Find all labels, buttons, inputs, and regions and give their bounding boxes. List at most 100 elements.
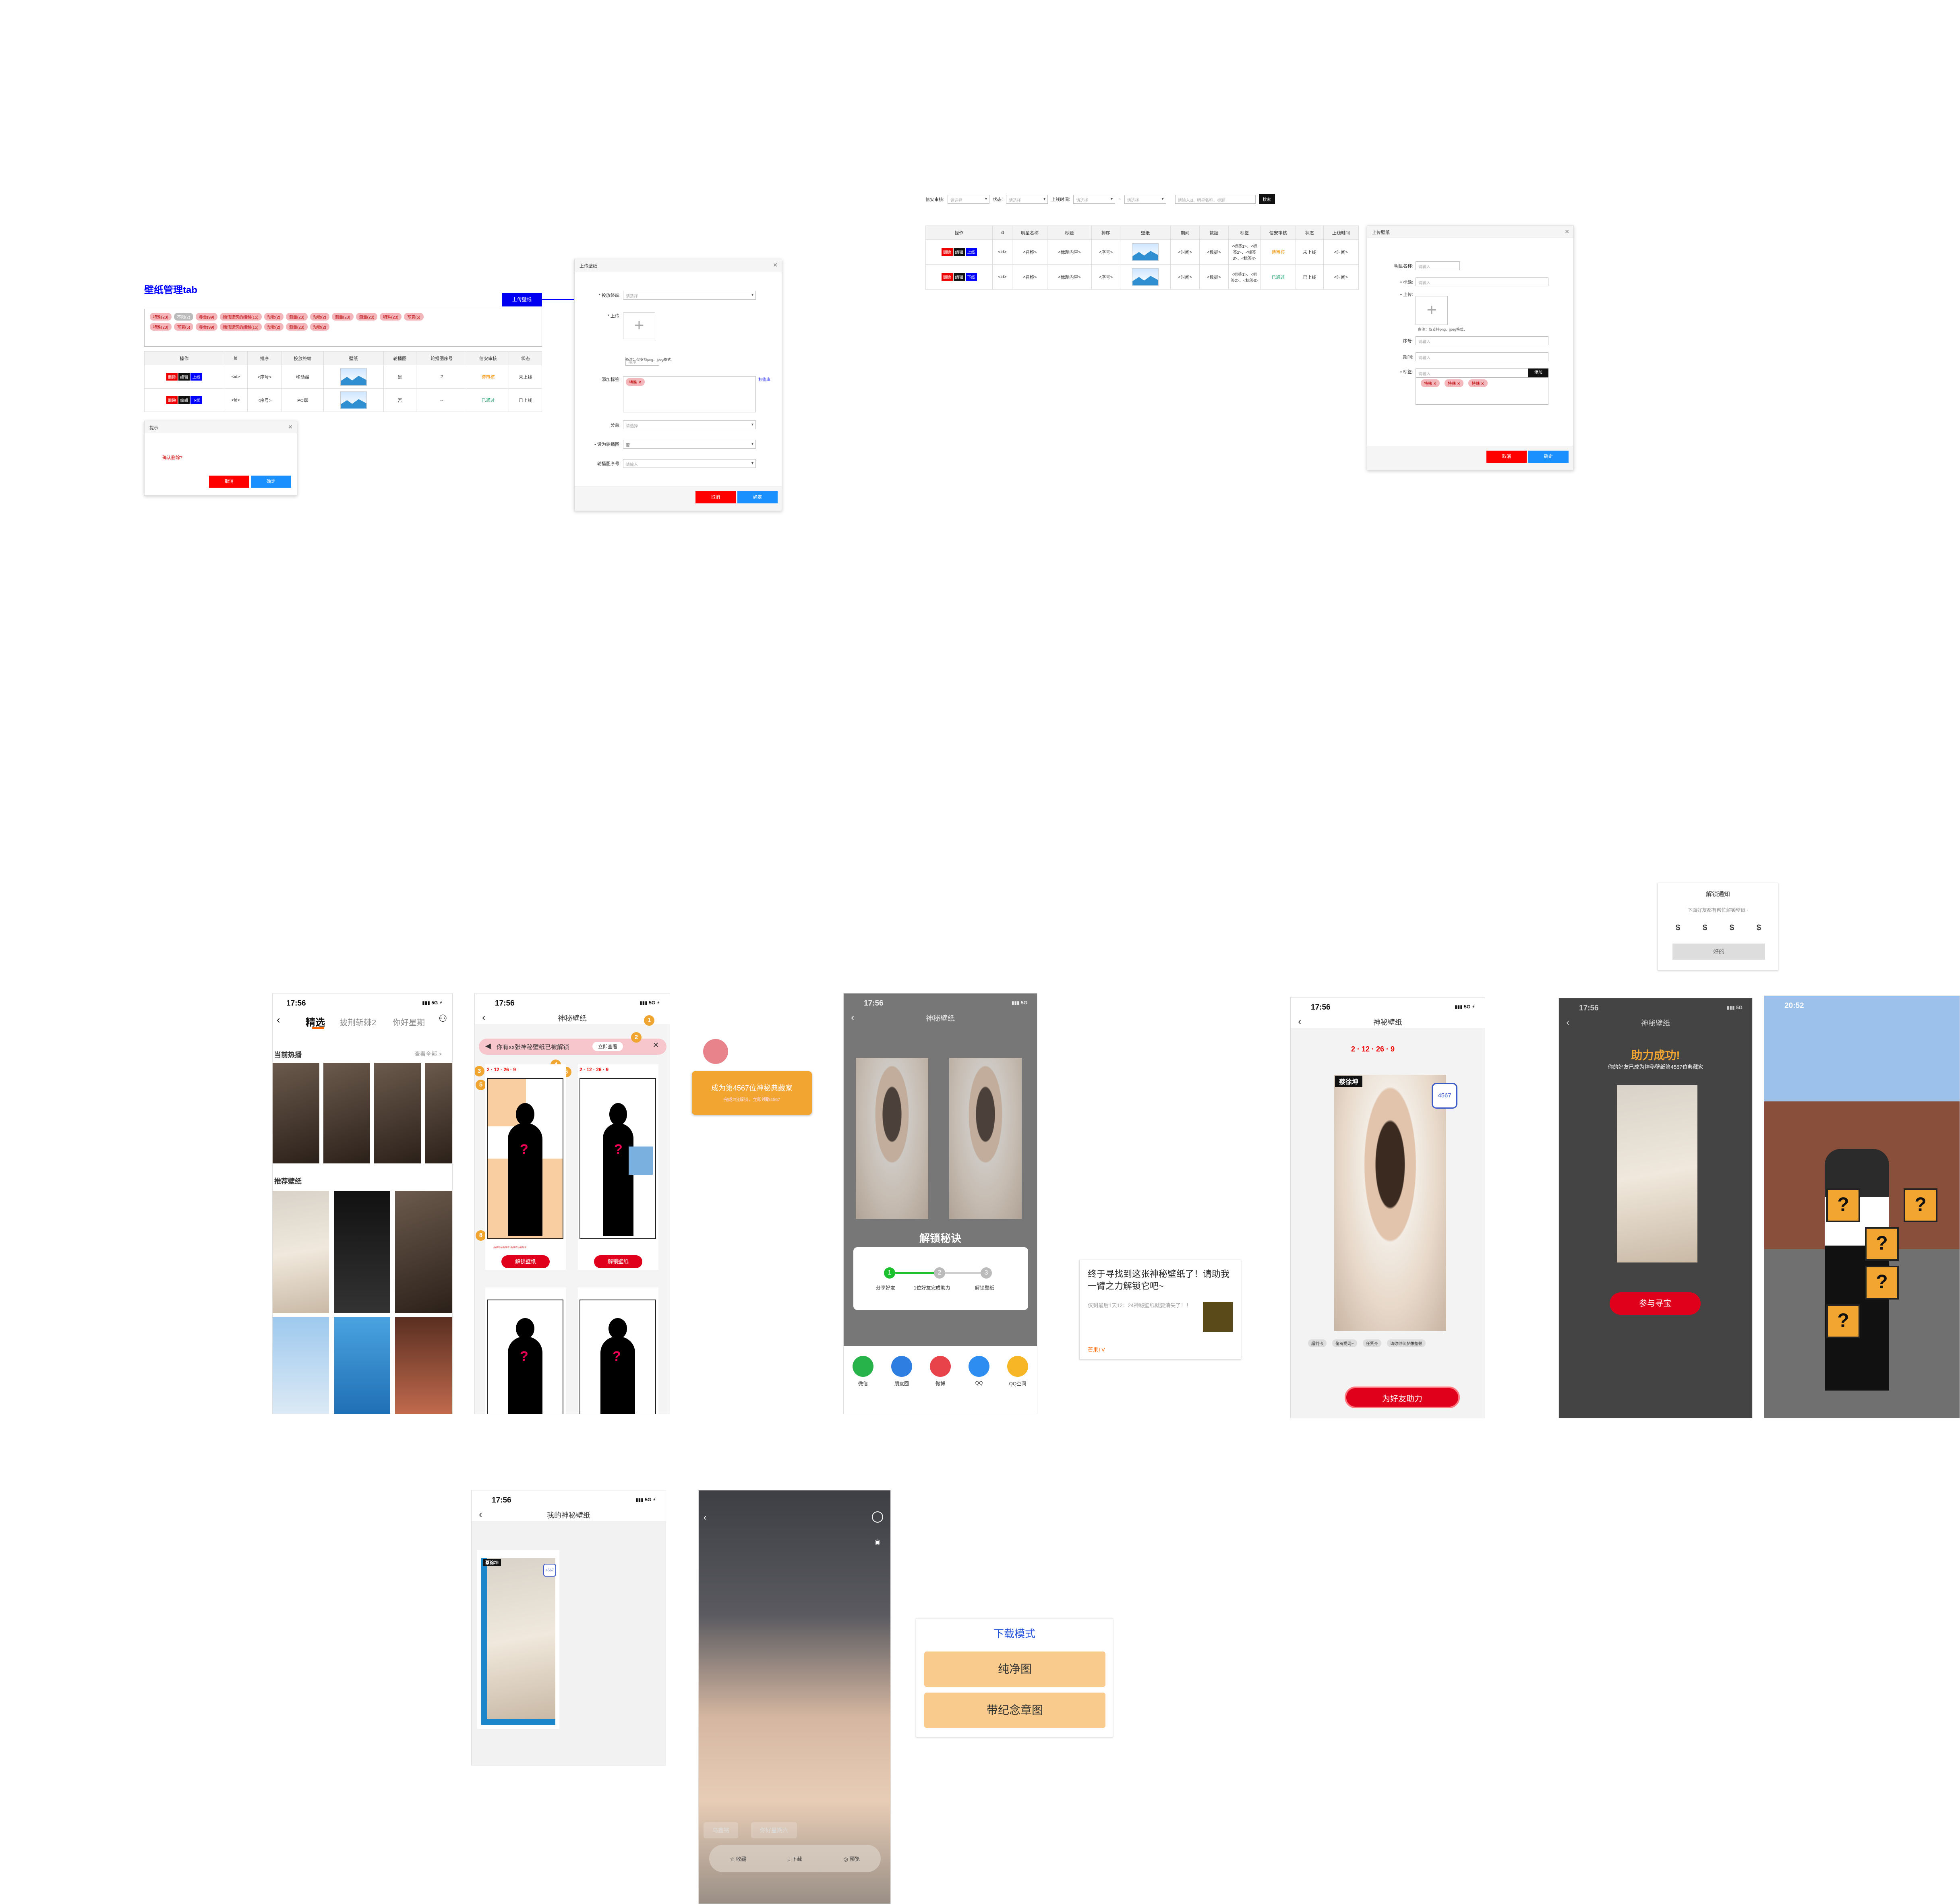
user-icon[interactable]: ⚇ xyxy=(439,1013,447,1024)
category-select[interactable]: 请选择 ▾ xyxy=(623,420,756,429)
my-wallpaper-card[interactable]: 蔡徐坤 4567 xyxy=(477,1550,559,1729)
filter-tag[interactable]: 动物(2) xyxy=(310,313,329,321)
filter-tag[interactable]: 写真(5) xyxy=(174,323,194,331)
title-input[interactable]: 请输入 xyxy=(1416,277,1548,286)
filter-tag[interactable]: 测量(23) xyxy=(331,313,354,321)
filter-tag[interactable]: 特殊(23) xyxy=(150,323,172,331)
tab-show-1[interactable]: 披荆斩棘2 xyxy=(339,1016,376,1028)
edit-button[interactable]: 编辑 xyxy=(953,248,965,256)
treasure-box[interactable]: ? xyxy=(1826,1188,1860,1222)
delete-button[interactable]: 删除 xyxy=(166,373,178,381)
preview-button[interactable]: ◎ 预览 xyxy=(844,1855,860,1863)
search-button[interactable]: 搜索 xyxy=(1258,194,1275,204)
tag-chip[interactable]: 特殊 ✕ xyxy=(626,378,645,386)
status-filter-select[interactable]: 请选择 ▾ xyxy=(1006,195,1048,204)
tag-input[interactable]: 请输入 xyxy=(1416,368,1528,377)
download-button[interactable]: ⤓ 下载 xyxy=(788,1855,802,1863)
tag-chip[interactable]: 特殊 ✕ xyxy=(1445,379,1464,387)
star-input[interactable]: 请输入 xyxy=(1416,261,1460,270)
ok-button[interactable]: 确定 xyxy=(1528,451,1569,463)
share-weibo[interactable]: 微博 xyxy=(930,1356,951,1414)
treasure-box[interactable]: ? xyxy=(1826,1304,1860,1338)
back-icon[interactable]: ‹ xyxy=(277,1014,280,1026)
mystery-card[interactable]: ? xyxy=(485,1287,566,1414)
filter-tag[interactable]: 腾讯建筑的组制(15) xyxy=(219,313,262,321)
carousel-select[interactable]: 否 ▾ xyxy=(623,440,756,449)
badge-image-button[interactable]: 带纪念章图 xyxy=(924,1693,1105,1728)
filter-tag[interactable]: 特殊(23) xyxy=(150,313,172,321)
ok-button[interactable]: 确定 xyxy=(251,476,291,488)
edit-button[interactable]: 编辑 xyxy=(178,396,190,404)
treasure-box[interactable]: ? xyxy=(1904,1188,1937,1222)
share-qzone[interactable]: QQ空间 xyxy=(1007,1356,1028,1414)
filter-tag[interactable]: 测量(23) xyxy=(286,323,308,331)
hot-wallpaper[interactable] xyxy=(323,1063,370,1163)
ok-button[interactable]: 好的 xyxy=(1672,944,1765,960)
end-time-select[interactable]: 请选择 ▾ xyxy=(1124,195,1166,204)
terminal-select[interactable]: 请选择 ▾ xyxy=(623,291,756,300)
edit-button[interactable]: 编辑 xyxy=(953,273,965,281)
filter-tag[interactable]: 动物(2) xyxy=(310,323,329,331)
share-moments[interactable]: 朋友圈 xyxy=(891,1356,912,1414)
cancel-button[interactable]: 取消 xyxy=(1486,451,1527,463)
close-icon[interactable]: ✕ xyxy=(653,1041,659,1049)
audit-filter-select[interactable]: 请选择 ▾ xyxy=(948,195,990,204)
back-icon[interactable]: ‹ xyxy=(1298,1015,1302,1028)
cancel-button[interactable]: 取消 xyxy=(695,491,736,503)
rec-wallpaper[interactable] xyxy=(395,1191,452,1313)
unlock-button[interactable]: 解锁壁纸 xyxy=(501,1255,550,1268)
tab-show-2[interactable]: 你好星期 xyxy=(393,1016,425,1028)
delete-button[interactable]: 删除 xyxy=(941,273,953,281)
filter-tag[interactable]: 赤金(99) xyxy=(196,323,217,331)
filter-tag[interactable]: 动物(2) xyxy=(264,323,284,331)
video-thumbnail[interactable] xyxy=(1203,1302,1233,1332)
tag-library-link[interactable]: 标签库 xyxy=(758,376,770,382)
delete-button[interactable]: 删除 xyxy=(166,396,178,404)
hot-wallpaper[interactable] xyxy=(425,1063,452,1163)
eye-icon[interactable]: ◉ xyxy=(874,1538,881,1546)
close-icon[interactable]: ✕ xyxy=(773,262,778,269)
pure-image-button[interactable]: 纯净图 xyxy=(924,1652,1105,1687)
ok-button[interactable]: 确定 xyxy=(737,491,778,503)
offline-button[interactable]: 下线 xyxy=(965,273,977,281)
filter-tag[interactable]: 特殊(23) xyxy=(380,313,402,321)
tag-chip[interactable]: 特殊 ✕ xyxy=(1421,379,1440,387)
hot-wallpaper[interactable] xyxy=(273,1063,319,1163)
period-input[interactable]: 请输入 xyxy=(1416,352,1548,361)
cancel-button[interactable]: 取消 xyxy=(209,476,249,488)
collect-button[interactable]: ☆ 收藏 xyxy=(730,1855,746,1863)
online-button[interactable]: 上线 xyxy=(190,373,202,381)
filter-tag[interactable]: 腾讯建筑的组制(15) xyxy=(219,323,262,331)
treasure-box[interactable]: ? xyxy=(1865,1266,1899,1300)
rec-wallpaper[interactable] xyxy=(273,1191,329,1313)
treasure-box[interactable]: ? xyxy=(1865,1227,1899,1261)
filter-tag[interactable]: 赤金(99) xyxy=(196,313,217,321)
view-now-button[interactable]: 立即查看 xyxy=(592,1042,623,1051)
rec-wallpaper[interactable] xyxy=(334,1191,390,1313)
unlock-button[interactable]: 解锁壁纸 xyxy=(594,1255,642,1268)
help-friend-button[interactable]: 为好友助力 xyxy=(1345,1387,1460,1408)
rec-wallpaper[interactable] xyxy=(273,1317,329,1414)
add-tag-button[interactable]: 添加 xyxy=(1528,368,1548,377)
delete-button[interactable]: 删除 xyxy=(941,248,953,256)
carousel-num-input[interactable]: 请输入 ▾ xyxy=(623,459,756,468)
back-icon[interactable]: ‹ xyxy=(482,1011,486,1024)
filter-tag[interactable]: 测量(23) xyxy=(356,313,378,321)
mystery-card[interactable]: 2 · 12 · 26 · 9 ? 解锁壁纸 xyxy=(578,1064,658,1270)
online-button[interactable]: 上线 xyxy=(965,248,977,256)
filter-tag[interactable]: 写真(5) xyxy=(404,313,424,321)
sort-input[interactable]: 请输入 xyxy=(1416,336,1548,345)
upload-button[interactable]: 上传壁纸 xyxy=(502,293,542,306)
view-all-link[interactable]: 查看全部 > xyxy=(414,1050,442,1058)
back-icon[interactable]: ‹ xyxy=(479,1508,482,1521)
start-time-select[interactable]: 请选择 ▾ xyxy=(1073,195,1116,204)
filter-tag[interactable]: 不限(2) xyxy=(174,313,194,321)
search-input[interactable]: 请输入id、明星名称、标题 xyxy=(1175,195,1256,204)
plus-icon[interactable]: + xyxy=(1416,296,1448,325)
filter-tag[interactable]: 测量(23) xyxy=(286,313,308,321)
filter-tag[interactable]: 动物(2) xyxy=(264,313,284,321)
share-qq[interactable]: QQ xyxy=(969,1356,989,1414)
mystery-card[interactable]: ? xyxy=(578,1287,658,1414)
rec-wallpaper[interactable] xyxy=(334,1317,390,1414)
tab-featured[interactable]: 精选 xyxy=(306,1014,325,1029)
